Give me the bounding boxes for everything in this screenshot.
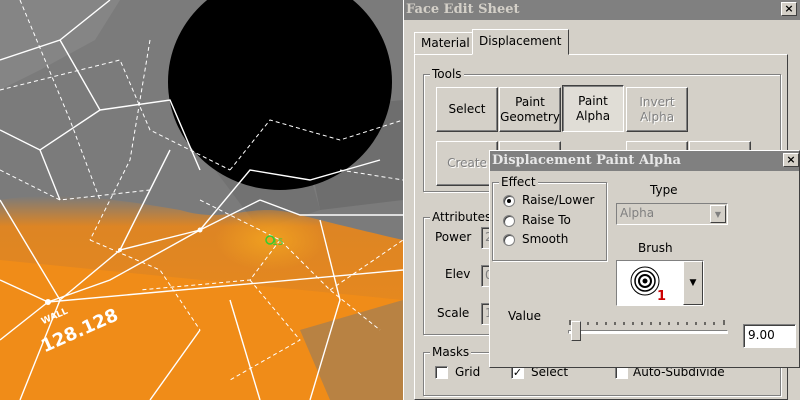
- chevron-down-icon[interactable]: ▼: [710, 205, 726, 223]
- face-edit-sheet-close-button[interactable]: ×: [781, 2, 797, 16]
- grid-checkbox[interactable]: [435, 366, 448, 379]
- raise-lower-label: Raise/Lower: [522, 193, 595, 207]
- paint-alpha-dialog-title: Displacement Paint Alpha: [492, 153, 681, 168]
- raise-to-label: Raise To: [522, 213, 571, 227]
- brush-label: Brush: [638, 241, 673, 255]
- paint-alpha-button[interactable]: Paint Alpha: [562, 85, 624, 132]
- value-input[interactable]: 9.00: [743, 324, 796, 348]
- smooth-radio[interactable]: [503, 234, 515, 246]
- vertex-marker-label: 15: [272, 238, 283, 248]
- paint-alpha-dialog-close-button[interactable]: ×: [783, 153, 799, 167]
- attributes-group-label: Attributes: [430, 210, 494, 224]
- type-dropdown[interactable]: Alpha ▼: [616, 203, 728, 225]
- value-slider-thumb[interactable]: [571, 321, 581, 341]
- type-label: Type: [650, 183, 678, 197]
- raise-lower-radio[interactable]: [503, 195, 515, 207]
- effect-group-label: Effect: [499, 175, 538, 189]
- masks-group-label: Masks: [430, 345, 472, 359]
- value-label: Value: [508, 309, 541, 323]
- power-label: Power: [435, 230, 472, 244]
- displacement-viewport[interactable]: 15 WALL 128.128: [0, 0, 403, 400]
- type-dropdown-value: Alpha: [620, 206, 655, 220]
- raise-to-radio[interactable]: [503, 215, 515, 227]
- brush-dropdown-chevron-down-icon[interactable]: ▼: [683, 261, 703, 305]
- scale-label: Scale: [437, 306, 470, 320]
- tools-group-label: Tools: [430, 67, 464, 81]
- paint-geometry-button[interactable]: Paint Geometry: [499, 87, 561, 132]
- face-edit-sheet-titlebar[interactable]: Face Edit Sheet ×: [404, 0, 800, 20]
- displacement-paint-alpha-dialog: Displacement Paint Alpha × Effect Raise/…: [489, 150, 800, 368]
- select-tool-button[interactable]: Select: [436, 87, 498, 132]
- value-slider-ticks: [568, 316, 728, 325]
- tab-displacement[interactable]: Displacement: [472, 29, 569, 55]
- brush-number: 1: [657, 289, 667, 304]
- tab-material[interactable]: Material: [414, 32, 477, 54]
- paint-alpha-dialog-titlebar[interactable]: Displacement Paint Alpha ×: [490, 151, 799, 171]
- invert-alpha-button[interactable]: Invert Alpha: [626, 87, 688, 132]
- value-slider-track[interactable]: [568, 330, 728, 334]
- brush-picker[interactable]: 1 ▼: [616, 260, 704, 306]
- grid-checkbox-label: Grid: [455, 365, 481, 379]
- brush-preview-icon: [630, 266, 660, 296]
- elev-label: Elev: [445, 267, 471, 281]
- face-edit-sheet-title: Face Edit Sheet: [406, 2, 520, 17]
- smooth-label: Smooth: [522, 232, 569, 246]
